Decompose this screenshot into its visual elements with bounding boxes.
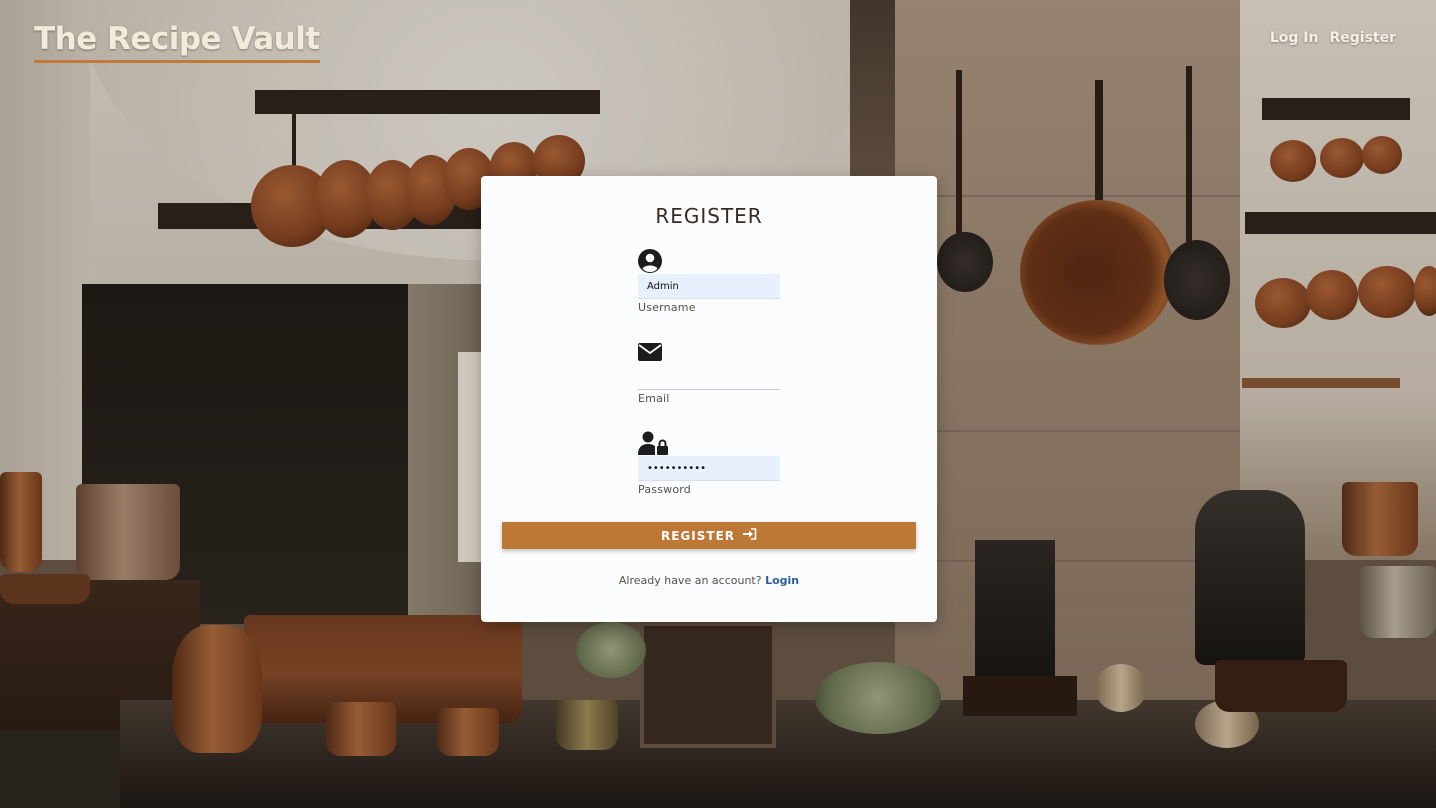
email-field: Email — [638, 339, 780, 405]
username-label: Username — [638, 301, 696, 314]
nav-login-link[interactable]: Log In — [1270, 30, 1319, 46]
password-label: Password — [638, 483, 691, 496]
email-label: Email — [638, 392, 670, 405]
brand-logo[interactable]: The Recipe Vault — [34, 20, 320, 63]
nav-register-link[interactable]: Register — [1329, 30, 1396, 46]
login-link[interactable]: Login — [765, 574, 799, 587]
email-input[interactable] — [638, 365, 780, 390]
login-prompt-text: Already have an account? — [618, 574, 762, 587]
page: The Recipe Vault Log In Register REGISTE… — [0, 0, 1436, 808]
envelope-icon — [638, 339, 664, 365]
sign-in-icon — [743, 528, 757, 543]
password-input[interactable] — [638, 456, 780, 481]
register-submit-button[interactable]: REGISTER — [502, 522, 916, 549]
form-title: REGISTER — [655, 204, 763, 228]
username-field: Username — [638, 248, 780, 314]
register-form: REGISTER Username Email — [481, 176, 937, 622]
password-field: Password — [638, 430, 780, 496]
username-input[interactable] — [638, 274, 780, 299]
user-circle-icon — [638, 248, 664, 274]
user-lock-icon — [638, 430, 670, 456]
register-button-label: REGISTER — [660, 528, 736, 543]
login-prompt: Already have an account? Login — [481, 574, 937, 587]
top-nav: Log In Register — [1270, 30, 1396, 46]
